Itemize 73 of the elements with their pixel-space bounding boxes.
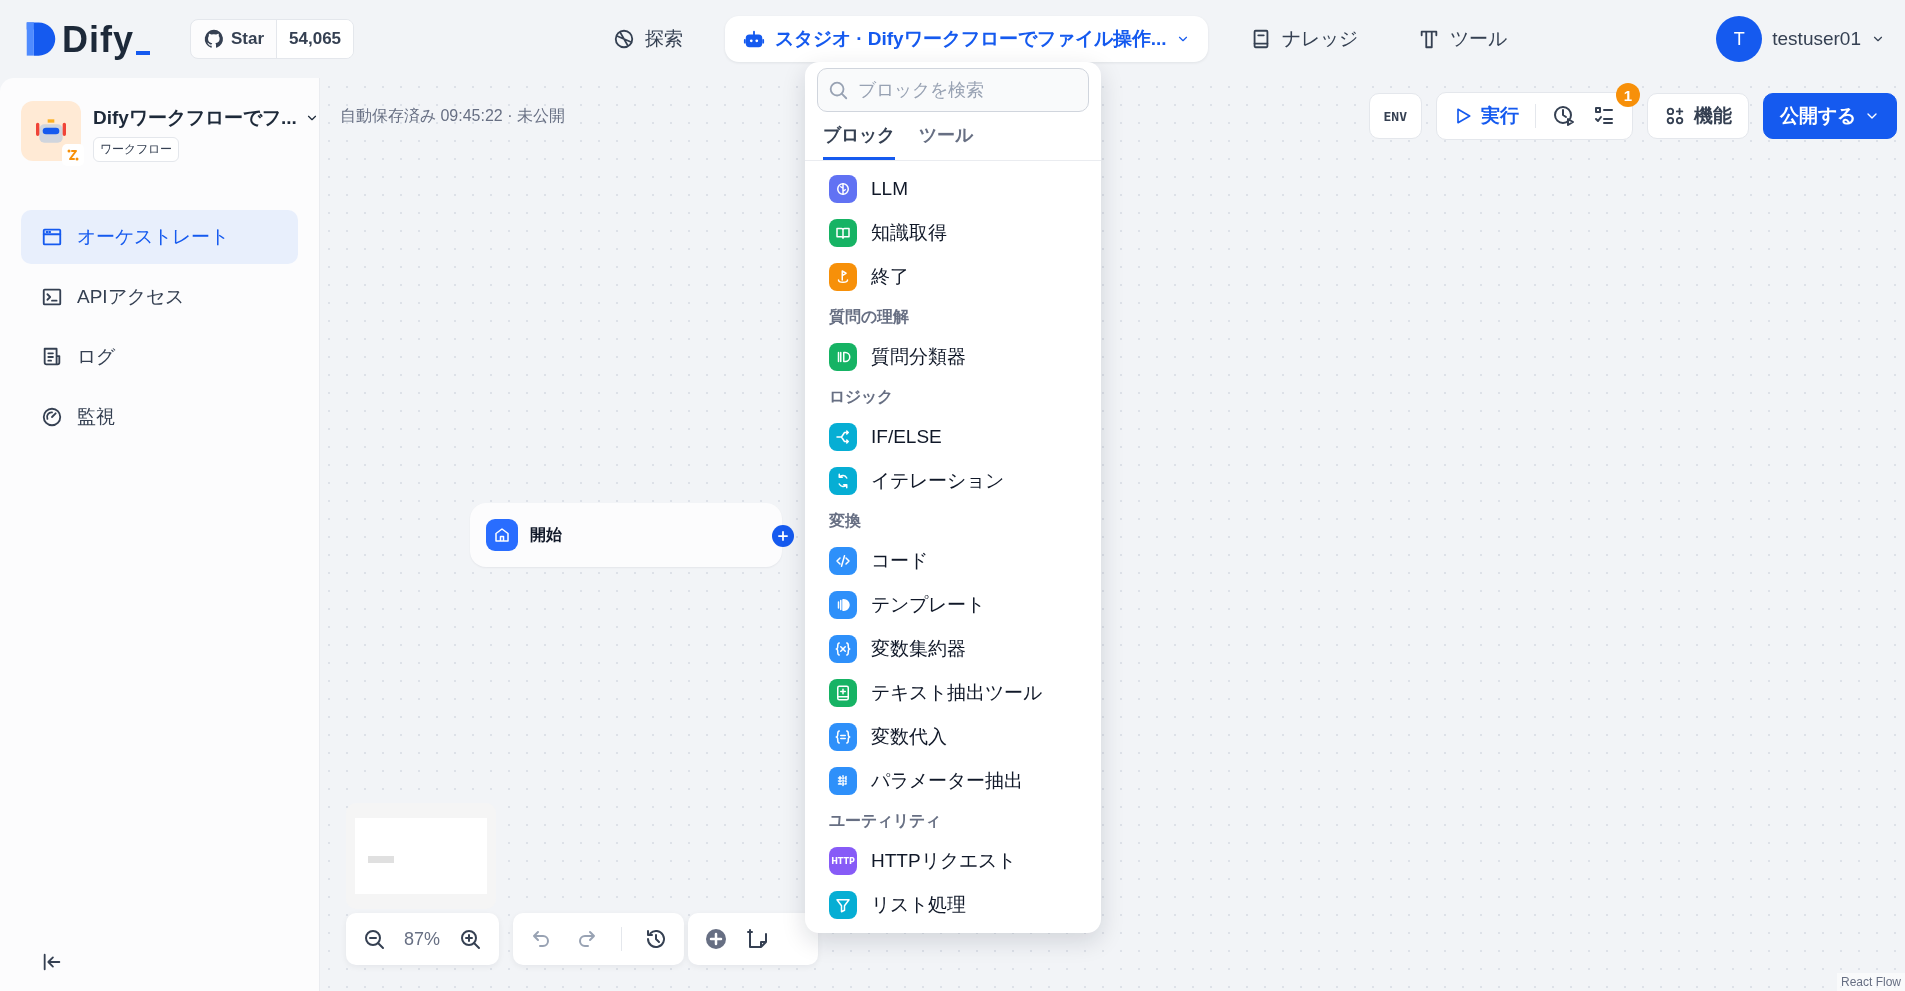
apps-icon <box>1664 105 1686 127</box>
assigner-block-icon <box>834 728 852 746</box>
block-item[interactable]: IF/ELSE <box>815 415 1091 459</box>
nav-tab[interactable]: 探索 <box>594 16 701 62</box>
block-item[interactable]: 変数代入 <box>815 715 1091 759</box>
block-item[interactable]: イテレーション <box>815 459 1091 503</box>
section-title: 変換 <box>828 510 862 531</box>
aggregator-block-icon <box>834 640 852 658</box>
attribution-link[interactable]: React Flow <box>1836 973 1905 991</box>
user-name[interactable]: testuser01 <box>1772 28 1861 50</box>
app-name[interactable]: Difyワークフローでフ... <box>93 105 297 131</box>
code-block-icon <box>834 552 852 570</box>
autosave-status: 自動保存済み 09:45:22 · 未公開 <box>340 105 565 126</box>
section-title: ロジック <box>828 386 894 407</box>
block-item[interactable]: 終了 <box>815 255 1091 299</box>
publish-button[interactable]: 公開する <box>1763 93 1897 139</box>
search-icon <box>827 79 849 101</box>
logo-underscore <box>136 51 150 55</box>
block-item[interactable]: LLM <box>815 167 1091 211</box>
user-avatar[interactable]: T <box>1716 16 1763 62</box>
sidebar-item[interactable]: ログ <box>21 330 298 384</box>
gauge-icon <box>41 406 63 428</box>
github-star-button[interactable]: Star 54,065 <box>190 19 355 59</box>
add-block-icon[interactable] <box>704 927 728 951</box>
block-item[interactable]: テンプレート <box>815 583 1091 627</box>
add-node-button[interactable] <box>772 525 794 547</box>
block-item[interactable]: 質問分類器 <box>815 335 1091 379</box>
menu-tab[interactable]: ブロック <box>823 112 895 160</box>
block-item[interactable]: コード <box>815 539 1091 583</box>
nav-tab[interactable]: ナレッジ <box>1232 16 1377 62</box>
env-button[interactable]: ENV <box>1368 93 1422 139</box>
sidebar-item[interactable]: オーケストレート <box>21 210 298 264</box>
zoom-level[interactable]: 87% <box>404 928 441 950</box>
zoom-in-icon[interactable] <box>458 927 483 951</box>
start-node[interactable]: 開始 <box>470 503 782 567</box>
logo-text: Dify <box>62 22 134 58</box>
app-type-tag: ワークフロー <box>93 137 179 162</box>
run-button[interactable]: 実行 <box>1453 103 1519 129</box>
terminal-icon <box>41 286 63 308</box>
block-item[interactable]: リスト処理 <box>815 883 1091 927</box>
list-block-icon <box>834 896 852 914</box>
menu-tab[interactable]: ツール <box>919 112 973 160</box>
version-history-icon[interactable] <box>644 927 668 951</box>
node-title: 開始 <box>530 524 562 545</box>
section-title: ユーティリティ <box>828 810 942 831</box>
history-run-icon[interactable] <box>1552 104 1576 128</box>
log-icon <box>41 346 63 368</box>
compass-icon <box>612 28 635 50</box>
home-icon <box>493 526 511 544</box>
nav-tab[interactable]: ツール <box>1400 16 1526 62</box>
search-field[interactable]: ブロックを検索 <box>817 68 1089 112</box>
sidebar-item[interactable]: 監視 <box>21 390 298 444</box>
github-icon <box>203 28 225 50</box>
nav-tab[interactable]: スタジオ · Difyワークフローでファイル操作... <box>724 16 1209 62</box>
window-icon <box>41 226 63 248</box>
block-item[interactable]: 変数集約器 <box>815 627 1091 671</box>
features-button[interactable]: 機能 <box>1647 93 1749 139</box>
sidebar-item[interactable]: APIアクセス <box>21 270 298 324</box>
block-item[interactable]: パラメーター抽出 <box>815 759 1091 803</box>
llm-block-icon <box>834 180 852 198</box>
checklist-count-badge: 1 <box>1616 83 1640 107</box>
robot-icon <box>742 28 765 50</box>
block-item[interactable]: HTTP HTTPリクエスト <box>815 839 1091 883</box>
plus-icon <box>776 529 790 543</box>
extractor-block-icon <box>834 684 852 702</box>
section-title: 質問の理解 <box>828 306 910 327</box>
block-item[interactable]: 知識取得 <box>815 211 1091 255</box>
add-note-icon[interactable] <box>746 927 770 951</box>
block-icon: HTTP <box>829 847 857 875</box>
block-item[interactable]: テキスト抽出ツール <box>815 671 1091 715</box>
collapse-icon[interactable] <box>41 951 63 973</box>
ifelse-block-icon <box>834 428 852 446</box>
zoom-out-icon[interactable] <box>362 927 386 951</box>
